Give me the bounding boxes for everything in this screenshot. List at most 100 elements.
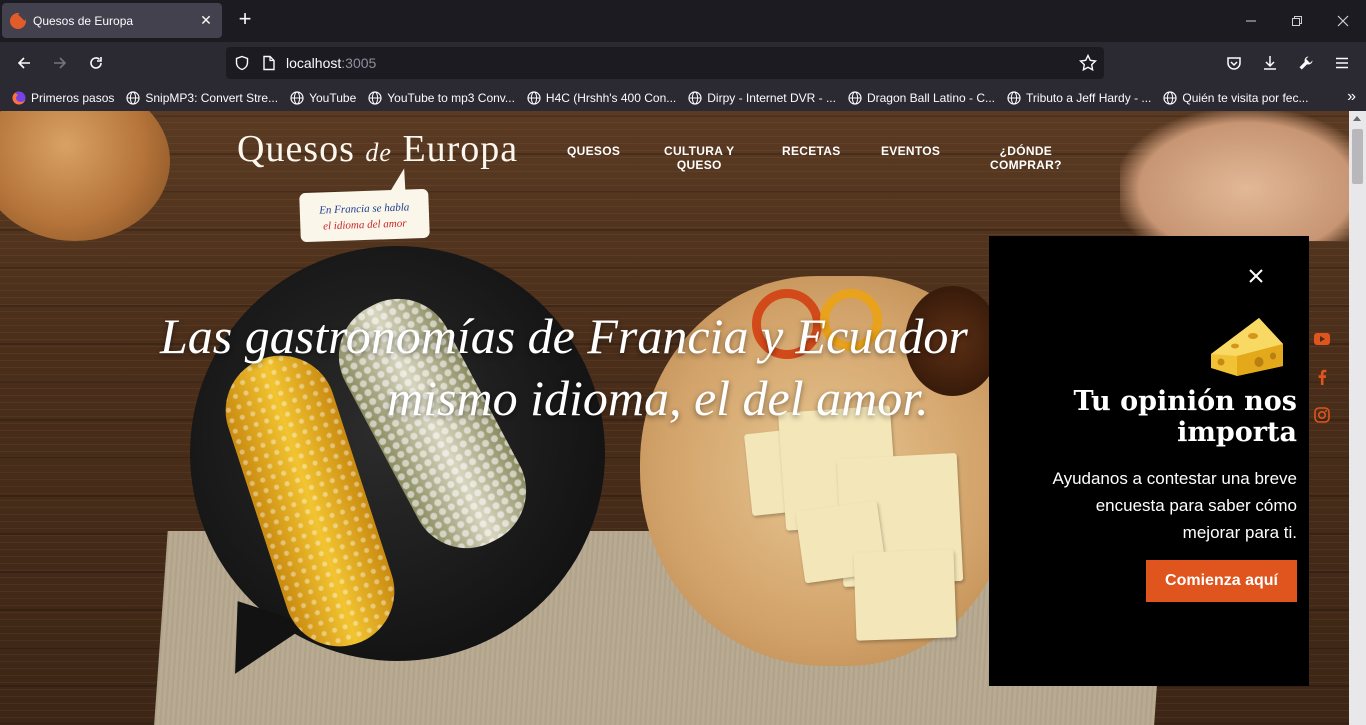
page-scrollbar[interactable]: [1349, 111, 1366, 725]
bookmark-youtube-to-mp3[interactable]: YouTube to mp3 Conv...: [367, 90, 515, 106]
url-text[interactable]: localhost:3005: [286, 55, 376, 71]
arrow-left-icon: [17, 57, 30, 69]
nav-donde-label-1: ¿DÓNDE: [999, 144, 1053, 158]
bookmark-h4c[interactable]: H4C (Hrshh's 400 Con...: [526, 90, 676, 106]
nav-quesos-label: QUESOS: [567, 144, 621, 158]
bookmark-label: H4C (Hrshh's 400 Con...: [545, 90, 677, 105]
bread-image: [0, 111, 170, 241]
minimize-button[interactable]: [1228, 0, 1274, 42]
bookmark-star-icon[interactable]: [1079, 54, 1097, 72]
popup-body-text: Ayudanos a contestar una breve encuesta …: [997, 465, 1297, 546]
popup-heading-line-1: Tu opinión nos: [1073, 386, 1297, 417]
bookmark-dragon-ball[interactable]: Dragon Ball Latino - C...: [847, 90, 995, 106]
firefox-icon: [11, 90, 27, 106]
instagram-icon[interactable]: [1313, 406, 1331, 424]
globe-icon: [125, 90, 141, 106]
menu-button[interactable]: [1330, 51, 1354, 75]
bookmark-dirpy[interactable]: Dirpy - Internet DVR - ...: [687, 90, 836, 106]
address-bar[interactable]: localhost:3005: [226, 47, 1104, 79]
download-icon: [1264, 56, 1276, 70]
bookmark-jeff-hardy[interactable]: Tributo a Jeff Hardy - ...: [1006, 90, 1151, 106]
popup-body-line-2: encuesta para saber cómo: [1095, 496, 1297, 515]
globe-icon: [1162, 90, 1178, 106]
start-survey-button[interactable]: Comienza aquí: [1146, 560, 1297, 602]
close-icon[interactable]: [1246, 266, 1266, 286]
nav-donde-label-2: COMPRAR?: [990, 158, 1062, 172]
scrollbar-thumb[interactable]: [1352, 129, 1363, 184]
nav-recetas[interactable]: RECETAS: [782, 144, 841, 158]
bookmark-primeros-pasos[interactable]: Primeros pasos: [11, 90, 114, 106]
forward-button[interactable]: [48, 51, 72, 75]
back-button[interactable]: [12, 51, 36, 75]
bookmark-quien-te-visita[interactable]: Quién te visita por fec...: [1162, 90, 1308, 106]
nav-cultura-label-2: QUESO: [676, 158, 722, 172]
nav-recetas-label: RECETAS: [782, 144, 841, 158]
site-favicon-icon: [10, 12, 26, 29]
tab-title: Quesos de Europa: [33, 13, 134, 28]
reload-button[interactable]: [84, 51, 108, 75]
navigation-toolbar: localhost:3005: [0, 42, 1366, 84]
bookmark-youtube[interactable]: YouTube: [289, 90, 356, 106]
popup-heading-line-2: importa: [1177, 417, 1297, 448]
bookmark-label: YouTube: [309, 90, 357, 105]
popup-body-line-1: Ayudanos a contestar una breve: [1052, 469, 1297, 488]
page-viewport: Quesos de Europa En Francia se habla el …: [0, 111, 1349, 725]
cheese-icon: [1211, 318, 1283, 376]
logo-word-quesos: Quesos: [237, 128, 355, 170]
close-window-button[interactable]: [1320, 0, 1366, 42]
wrench-icon: [1299, 56, 1313, 70]
globe-icon: [367, 90, 383, 106]
cheese-slice-image: [853, 549, 957, 641]
youtube-icon[interactable]: [1313, 330, 1331, 348]
logo-word-europa: Europa: [402, 128, 519, 170]
site-logo[interactable]: Quesos de Europa: [237, 127, 518, 171]
hand-image: [1120, 111, 1349, 241]
hamburger-menu-icon: [1336, 57, 1348, 69]
nav-eventos-label: EVENTOS: [881, 144, 941, 158]
shield-icon[interactable]: [234, 55, 250, 71]
bookmark-label: YouTube to mp3 Conv...: [387, 90, 515, 105]
survey-popup: Tu opinión nos importa Ayudanos a contes…: [989, 236, 1309, 686]
nav-cultura-label-1: CULTURA Y: [664, 144, 735, 158]
pocket-button[interactable]: [1222, 51, 1246, 75]
tagline-speech-bubble: En Francia se habla el idioma del amor: [299, 188, 430, 243]
tab-quesos-de-europa[interactable]: Quesos de Europa ✕: [2, 3, 222, 38]
hero-heading-line-1: Las gastronomías de Francia y Ecuador: [160, 308, 968, 364]
globe-icon: [1006, 90, 1022, 106]
url-port: :3005: [341, 55, 377, 71]
bookmark-label: Tributo a Jeff Hardy - ...: [1026, 90, 1152, 105]
globe-icon: [847, 90, 863, 106]
bookmark-label: Quién te visita por fec...: [1182, 90, 1309, 105]
dev-tools-button[interactable]: [1294, 51, 1318, 75]
nav-quesos[interactable]: QUESOS: [567, 144, 620, 158]
bookmarks-overflow-icon[interactable]: »: [1347, 88, 1356, 106]
hero-heading-line-2: mismo idioma, el del amor.: [387, 370, 929, 426]
page-icon: [263, 55, 275, 71]
bookmark-snipmp3[interactable]: SnipMP3: Convert Stre...: [125, 90, 278, 106]
nav-eventos[interactable]: EVENTOS: [881, 144, 940, 158]
arrow-right-icon: [54, 57, 67, 69]
pocket-icon: [1227, 57, 1241, 70]
nav-donde-comprar[interactable]: ¿DÓNDE COMPRAR?: [990, 144, 1062, 172]
url-host: localhost: [286, 55, 342, 71]
tab-close-icon[interactable]: ✕: [198, 12, 214, 29]
restore-button[interactable]: [1274, 0, 1320, 42]
globe-icon: [526, 90, 542, 106]
bookmark-label: Dragon Ball Latino - C...: [866, 90, 996, 105]
globe-icon: [289, 90, 305, 106]
new-tab-button[interactable]: +: [234, 8, 256, 31]
minimize-icon: [1246, 20, 1256, 22]
globe-icon: [687, 90, 703, 106]
downloads-button[interactable]: [1258, 51, 1282, 75]
close-icon: [1337, 15, 1349, 27]
logo-word-de: de: [365, 138, 392, 167]
facebook-icon[interactable]: [1313, 368, 1331, 386]
popup-body-line-3: mejorar para ti.: [1182, 523, 1297, 542]
restore-icon: [1292, 16, 1302, 26]
scroll-up-arrow-icon[interactable]: [1353, 116, 1361, 121]
nav-cultura-y-queso[interactable]: CULTURA Y QUESO: [664, 144, 734, 172]
popup-heading: Tu opinión nos importa: [1017, 386, 1297, 448]
bookmark-label: Dirpy - Internet DVR - ...: [707, 90, 836, 105]
tab-strip: Quesos de Europa ✕ +: [0, 0, 1366, 42]
bookmark-label: SnipMP3: Convert Stre...: [145, 90, 279, 105]
